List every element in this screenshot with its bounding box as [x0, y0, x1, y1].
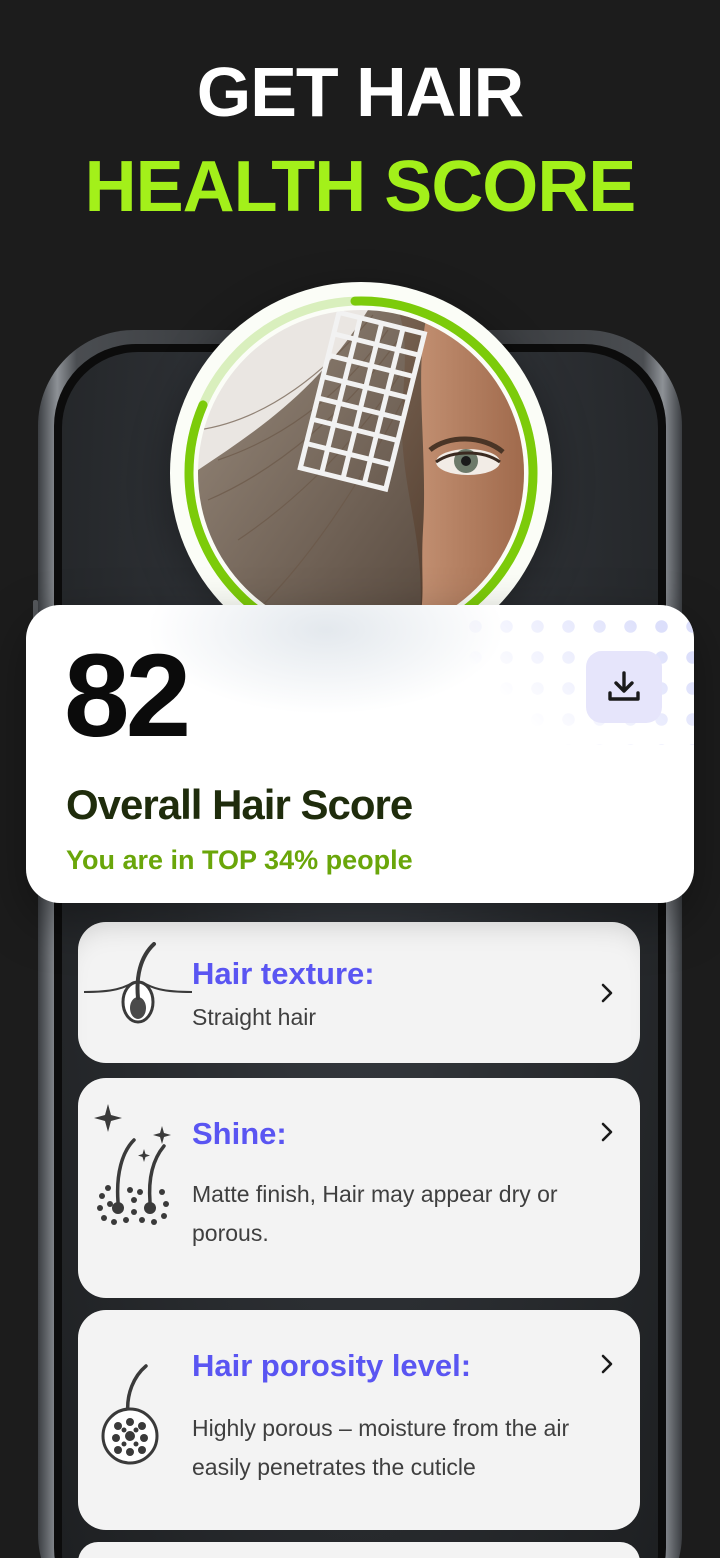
result-title: Hair porosity level: — [192, 1348, 472, 1383]
result-description: Straight hair — [192, 1004, 317, 1030]
result-title: Shine: — [192, 1116, 287, 1151]
result-card-porosity[interactable]: Hair porosity level: Highly porous – moi… — [78, 1310, 640, 1530]
result-card-partial[interactable] — [78, 1542, 640, 1558]
hair-scan-photo — [198, 310, 524, 636]
chevron-right-icon — [601, 983, 613, 1003]
result-description: Highly porous – moisture from the air ea… — [192, 1415, 570, 1480]
overall-score-card: 82 Overall Hair Score You are in TOP 34%… — [26, 605, 694, 903]
score-title: Overall Hair Score — [66, 781, 413, 828]
download-icon — [608, 671, 640, 701]
chevron-right-icon — [601, 1122, 613, 1142]
download-button[interactable] — [586, 651, 662, 723]
result-description: Matte finish, Hair may appear dry or por… — [192, 1181, 558, 1246]
headline-line2: HEALTH SCORE — [84, 147, 637, 227]
headline-line1: GET HAIR — [196, 53, 524, 131]
chevron-right-icon — [601, 1354, 613, 1374]
porosity-icon — [101, 1364, 159, 1465]
shine-sparkle-icon — [94, 1104, 171, 1225]
score-value: 82 — [64, 630, 191, 762]
result-card-shine[interactable]: Shine: Matte finish, Hair may appear dry… — [78, 1078, 640, 1298]
hair-follicle-icon — [84, 942, 192, 1024]
score-percentile: You are in TOP 34% people — [66, 845, 413, 875]
result-title: Hair texture: — [192, 956, 375, 991]
result-card-hair-texture[interactable]: Hair texture: Straight hair — [78, 922, 640, 1063]
